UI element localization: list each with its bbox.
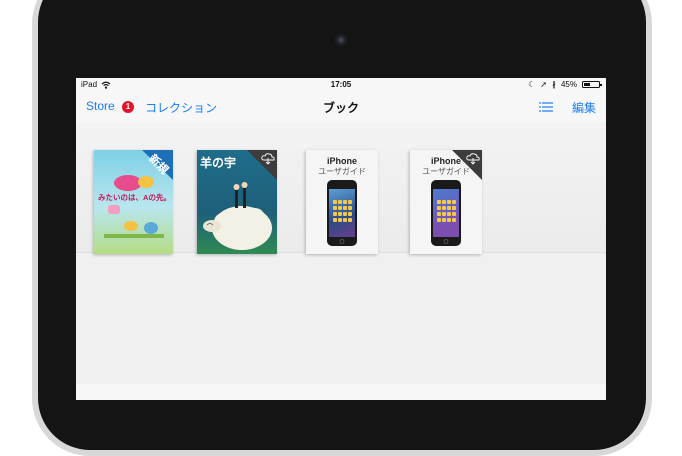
book-3-subtitle: ユーザガイド: [318, 167, 366, 176]
iphone-image: [327, 180, 357, 246]
status-bar: iPad 17:05 ☾ ➚ ∦ 45%: [76, 78, 606, 92]
nav-bar: Store 1 コレクション ブック 編集: [76, 92, 606, 122]
page-title: ブック: [322, 101, 359, 115]
ibooks-screen: iPad 17:05 ☾ ➚ ∦ 45% Store 1 コレクション ブック …: [76, 78, 606, 400]
bluetooth-icon: ∦: [551, 80, 556, 89]
cloud-download-icon[interactable]: [466, 152, 480, 166]
bottom-bar: [76, 384, 606, 400]
book-1-subtitle: みたいのは、Aの先。: [98, 193, 171, 202]
shelf-empty-area: [76, 252, 606, 385]
location-arrow-icon: ➚: [540, 80, 547, 89]
cloud-download-icon[interactable]: [261, 152, 275, 166]
battery-icon: [582, 81, 602, 88]
moon-icon: ☾: [528, 80, 536, 89]
book-3[interactable]: iPhone ユーザガイド: [306, 150, 378, 254]
front-camera: [335, 34, 347, 46]
list-view-icon[interactable]: [539, 102, 553, 112]
status-right: ☾ ➚ ∦ 45%: [528, 80, 602, 89]
edit-button[interactable]: 編集: [572, 99, 596, 116]
book-2[interactable]: 羊の宇: [197, 150, 277, 254]
battery-percent: 45%: [560, 80, 577, 89]
book-3-title: iPhone: [326, 156, 357, 166]
book-1[interactable]: 新規 みたいのは、Aの先。: [94, 150, 173, 254]
iphone-image: [431, 180, 461, 246]
book-4[interactable]: iPhone ユーザガイド: [410, 150, 482, 254]
status-time: 17:05: [330, 80, 352, 89]
